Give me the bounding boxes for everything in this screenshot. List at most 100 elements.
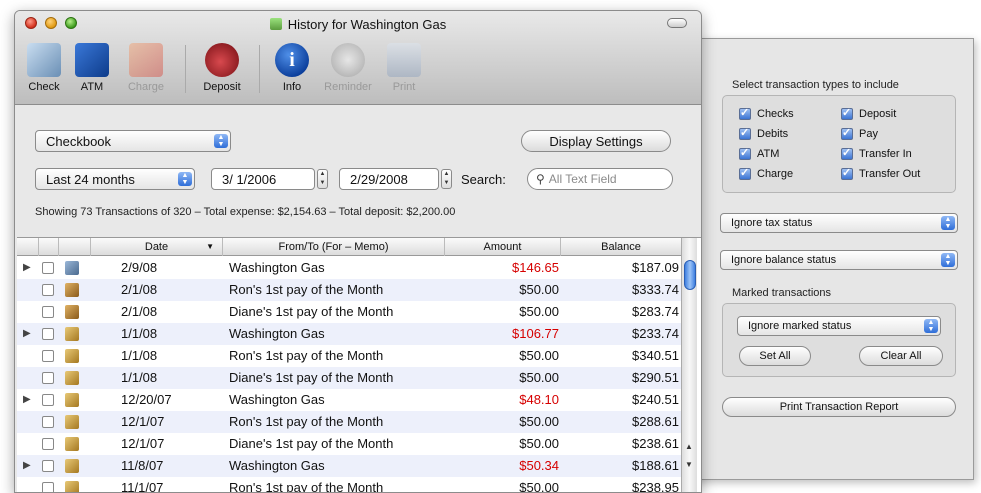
header-mark xyxy=(39,238,59,256)
check-tool[interactable]: Check xyxy=(17,43,71,93)
checkbox-icon xyxy=(841,146,853,160)
charge-tool[interactable]: Charge xyxy=(119,43,173,93)
table-row[interactable]: 2/1/08 Diane's 1st pay of the Month $50.00… xyxy=(17,301,681,323)
end-date-stepper[interactable]: ▲ ▼ xyxy=(441,169,452,189)
pay-checkbox[interactable]: Pay xyxy=(841,126,878,140)
alarm-clock-icon xyxy=(331,43,365,77)
toolbar: History for Washington Gas Check ATM Cha… xyxy=(15,11,701,105)
scale-icon xyxy=(65,415,79,429)
row-date: 1/1/08 xyxy=(121,348,158,363)
header-date[interactable]: Date ▼ xyxy=(91,238,223,256)
scroll-thumb[interactable] xyxy=(684,260,696,290)
table-row[interactable]: 11/1/07 Ron's 1st pay of the Month $50.00 $… xyxy=(17,477,681,493)
mark-checkbox[interactable] xyxy=(42,328,54,340)
checks-label: Checks xyxy=(757,108,794,120)
row-payee: Washington Gas xyxy=(229,260,325,275)
scale-icon xyxy=(65,349,79,363)
info-icon: i xyxy=(275,43,309,77)
atm-tool[interactable]: ATM xyxy=(65,43,119,93)
display-settings-button[interactable]: Display Settings xyxy=(521,130,671,152)
row-balance: $233.74 xyxy=(632,326,679,341)
charge-label: Charge xyxy=(757,168,794,180)
mark-checkbox[interactable] xyxy=(42,438,54,450)
start-date-stepper[interactable]: ▲ ▼ xyxy=(317,169,328,189)
start-date-field[interactable]: 3/ 1/2006 xyxy=(211,168,315,190)
header-amount[interactable]: Amount xyxy=(445,238,561,256)
debits-checkbox[interactable]: Debits xyxy=(739,126,788,140)
search-placeholder: All Text Field xyxy=(548,172,617,186)
charge-checkbox[interactable]: Charge xyxy=(739,166,794,180)
scroll-down-arrow-icon[interactable]: ▼ xyxy=(685,460,693,469)
search-input[interactable]: ⚲ All Text Field xyxy=(527,168,673,190)
table-row[interactable]: ▶ 2/9/08 Washington Gas $146.65 $187.09 xyxy=(17,257,681,279)
disclosure-triangle-icon[interactable]: ▶ xyxy=(23,389,31,411)
row-balance: $187.09 xyxy=(632,260,679,275)
marked-status-value: Ignore marked status xyxy=(748,320,852,332)
table-row[interactable]: 1/1/08 Ron's 1st pay of the Month $50.00 $3… xyxy=(17,345,681,367)
transfer-in-checkbox[interactable]: Transfer In xyxy=(841,146,912,160)
disclosure-triangle-icon[interactable]: ▶ xyxy=(23,323,31,345)
disclosure-triangle-icon[interactable]: ▶ xyxy=(23,257,31,279)
marked-group: Ignore marked status ▲ ▼ Set All Clear Al… xyxy=(722,303,956,377)
set-all-button[interactable]: Set All xyxy=(739,346,811,366)
atm-checkbox[interactable]: ATM xyxy=(739,146,779,160)
checkbox-icon xyxy=(739,106,751,120)
transfer-out-checkbox[interactable]: Transfer Out xyxy=(841,166,920,180)
printer-icon xyxy=(387,43,421,77)
header-balance[interactable]: Balance xyxy=(561,238,681,256)
marked-status-popup[interactable]: Ignore marked status ▲ ▼ xyxy=(737,316,941,336)
table-row[interactable]: 2/1/08 Ron's 1st pay of the Month $50.00 $3… xyxy=(17,279,681,301)
deposit-checkbox[interactable]: Deposit xyxy=(841,106,896,120)
deposit-tool[interactable]: Deposit xyxy=(195,43,249,93)
mark-checkbox[interactable] xyxy=(42,394,54,406)
mark-checkbox[interactable] xyxy=(42,482,54,492)
mark-checkbox[interactable] xyxy=(42,350,54,362)
table-header: Date ▼ From/To (For – Memo) Amount Balanc… xyxy=(17,238,681,256)
row-payee: Ron's 1st pay of the Month xyxy=(229,282,384,297)
check-tool-label: Check xyxy=(28,81,60,93)
row-amount: $50.00 xyxy=(519,348,559,363)
vertical-scrollbar[interactable]: ▲ ▼ xyxy=(681,238,697,492)
scale-icon xyxy=(65,371,79,385)
print-report-button[interactable]: Print Transaction Report xyxy=(722,397,956,417)
mark-checkbox[interactable] xyxy=(42,262,54,274)
reminder-tool-label: Reminder xyxy=(324,81,372,93)
info-tool[interactable]: i Info xyxy=(265,43,319,93)
charge-tool-label: Charge xyxy=(127,81,165,93)
table-row[interactable]: ▶ 12/20/07 Washington Gas $48.10 $240.51 xyxy=(17,389,681,411)
account-popup[interactable]: Checkbook ▲ ▼ xyxy=(35,130,231,152)
mark-checkbox[interactable] xyxy=(42,460,54,472)
clear-all-button[interactable]: Clear All xyxy=(859,346,943,366)
balance-status-popup[interactable]: Ignore balance status ▲ ▼ xyxy=(720,250,958,270)
table-row[interactable]: 1/1/08 Diane's 1st pay of the Month $50.00… xyxy=(17,367,681,389)
table-row[interactable]: ▶ 1/1/08 Washington Gas $106.77 $233.74 xyxy=(17,323,681,345)
summary-text: Showing 73 Transactions of 320 – Total e… xyxy=(35,206,456,218)
toolbar-toggle-button[interactable] xyxy=(667,18,687,28)
mark-checkbox[interactable] xyxy=(42,372,54,384)
scroll-up-arrow-icon[interactable]: ▲ xyxy=(685,442,693,451)
toolbar-separator xyxy=(185,45,186,93)
search-icon: ⚲ xyxy=(536,172,545,186)
tax-status-popup[interactable]: Ignore tax status ▲ ▼ xyxy=(720,213,958,233)
filter-drawer: Select transaction types to include Chec… xyxy=(690,38,974,480)
reminder-tool[interactable]: Reminder xyxy=(321,43,375,93)
transactions-table: Date ▼ From/To (For – Memo) Amount Balanc… xyxy=(17,237,701,493)
checks-checkbox[interactable]: Checks xyxy=(739,106,794,120)
mark-checkbox[interactable] xyxy=(42,416,54,428)
end-date-field[interactable]: 2/29/2008 xyxy=(339,168,439,190)
print-tool[interactable]: Print xyxy=(377,43,431,93)
table-row[interactable]: ▶ 11/8/07 Washington Gas $50.34 $188.61 xyxy=(17,455,681,477)
row-amount: $50.00 xyxy=(519,480,559,493)
header-payee[interactable]: From/To (For – Memo) xyxy=(223,238,445,256)
period-popup[interactable]: Last 24 months ▲ ▼ xyxy=(35,168,195,190)
row-amount: $50.00 xyxy=(519,282,559,297)
atm-icon xyxy=(75,43,109,77)
mark-checkbox[interactable] xyxy=(42,306,54,318)
table-row[interactable]: 12/1/07 Diane's 1st pay of the Month $50.0… xyxy=(17,433,681,455)
table-row[interactable]: 12/1/07 Ron's 1st pay of the Month $50.00 $… xyxy=(17,411,681,433)
row-date: 11/8/07 xyxy=(121,458,164,473)
period-value: Last 24 months xyxy=(46,171,135,187)
disclosure-triangle-icon[interactable]: ▶ xyxy=(23,455,31,477)
mark-checkbox[interactable] xyxy=(42,284,54,296)
row-amount: $50.34 xyxy=(519,458,559,473)
